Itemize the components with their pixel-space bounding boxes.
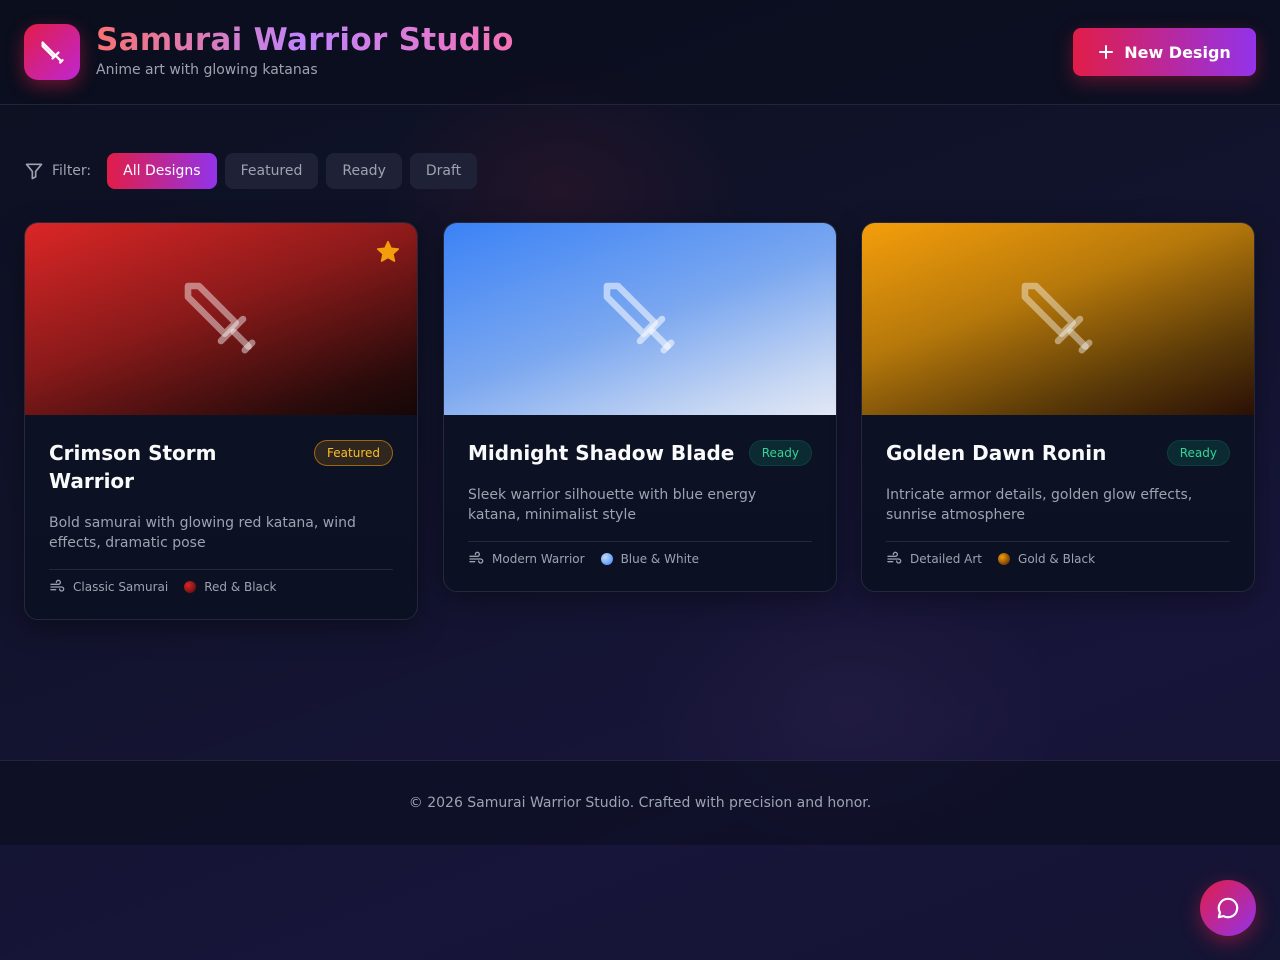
plus-icon [1099, 45, 1114, 59]
status-badge: Ready [1166, 440, 1230, 466]
card-image [25, 223, 417, 415]
wind-icon [50, 579, 65, 592]
page-footer: © 2026 Samurai Warrior Studio. Crafted w… [0, 760, 1280, 845]
filter-icon [25, 163, 43, 180]
chat-button[interactable] [1200, 880, 1256, 936]
filter-label: Filter: [52, 163, 92, 179]
app-title: Samurai Warrior Studio [96, 22, 514, 58]
design-card[interactable]: Crimson Storm Warrior Featured Bold samu… [24, 222, 418, 620]
filter-label-group: Filter: [24, 161, 91, 181]
sword-icon [184, 282, 256, 354]
star-icon[interactable] [375, 239, 401, 265]
sword-icon [41, 41, 64, 64]
wind-icon [469, 551, 484, 564]
filter-chip-ready[interactable]: Ready [326, 153, 402, 189]
palette-label: Gold & Black [1018, 552, 1096, 566]
card-image [862, 223, 1254, 415]
divider [886, 541, 1230, 542]
color-swatch [184, 581, 197, 593]
new-design-label: New Design [1124, 42, 1231, 62]
filter-bar: Filter: All Designs Featured Ready Draft [24, 153, 478, 189]
divider [468, 541, 812, 542]
card-description: Bold samurai with glowing red katana, wi… [49, 515, 356, 551]
color-swatch [600, 553, 613, 565]
filter-chip-draft[interactable]: Draft [409, 153, 478, 189]
sword-icon [603, 282, 675, 354]
card-body: Crimson Storm Warrior Featured Bold samu… [25, 415, 417, 619]
filter-chip-featured[interactable]: Featured [224, 153, 319, 189]
card-title: Golden Dawn Ronin [886, 441, 1107, 465]
card-image [444, 223, 836, 415]
card-description: Intricate armor details, golden glow eff… [886, 487, 1193, 523]
card-body: Golden Dawn Ronin Ready Intricate armor … [862, 415, 1254, 591]
style-label: Classic Samurai [73, 580, 169, 594]
card-description: Sleek warrior silhouette with blue energ… [468, 487, 757, 523]
design-card[interactable]: Golden Dawn Ronin Ready Intricate armor … [861, 222, 1255, 592]
style-label: Modern Warrior [492, 552, 585, 566]
status-badge: Featured [314, 440, 393, 466]
card-meta: Classic Samurai Red & Black [49, 579, 393, 595]
card-meta: Detailed Art Gold & Black [886, 551, 1230, 567]
style-label: Detailed Art [910, 552, 983, 566]
card-title: Midnight Shadow Blade [468, 441, 735, 465]
divider [49, 569, 393, 570]
app-header: Samurai Warrior Studio Anime art with gl… [0, 0, 1280, 105]
wind-icon [887, 551, 902, 564]
new-design-button[interactable]: New Design [1073, 28, 1256, 76]
chat-bubble-icon [1217, 897, 1239, 919]
app-logo [24, 24, 80, 80]
color-swatch [998, 553, 1011, 565]
filter-chip-all-designs[interactable]: All Designs [107, 153, 217, 189]
palette-label: Blue & White [620, 552, 699, 566]
app-subtitle: Anime art with glowing katanas [96, 62, 318, 78]
sword-icon [1021, 282, 1093, 354]
design-card[interactable]: Midnight Shadow Blade Ready Sleek warrio… [443, 222, 837, 592]
card-meta: Modern Warrior Blue & White [468, 551, 812, 567]
palette-label: Red & Black [204, 580, 277, 594]
footer-text: © 2026 Samurai Warrior Studio. Crafted w… [408, 795, 872, 811]
card-body: Midnight Shadow Blade Ready Sleek warrio… [444, 415, 836, 591]
card-title: Crimson Storm Warrior [49, 441, 217, 493]
status-badge: Ready [748, 440, 812, 466]
